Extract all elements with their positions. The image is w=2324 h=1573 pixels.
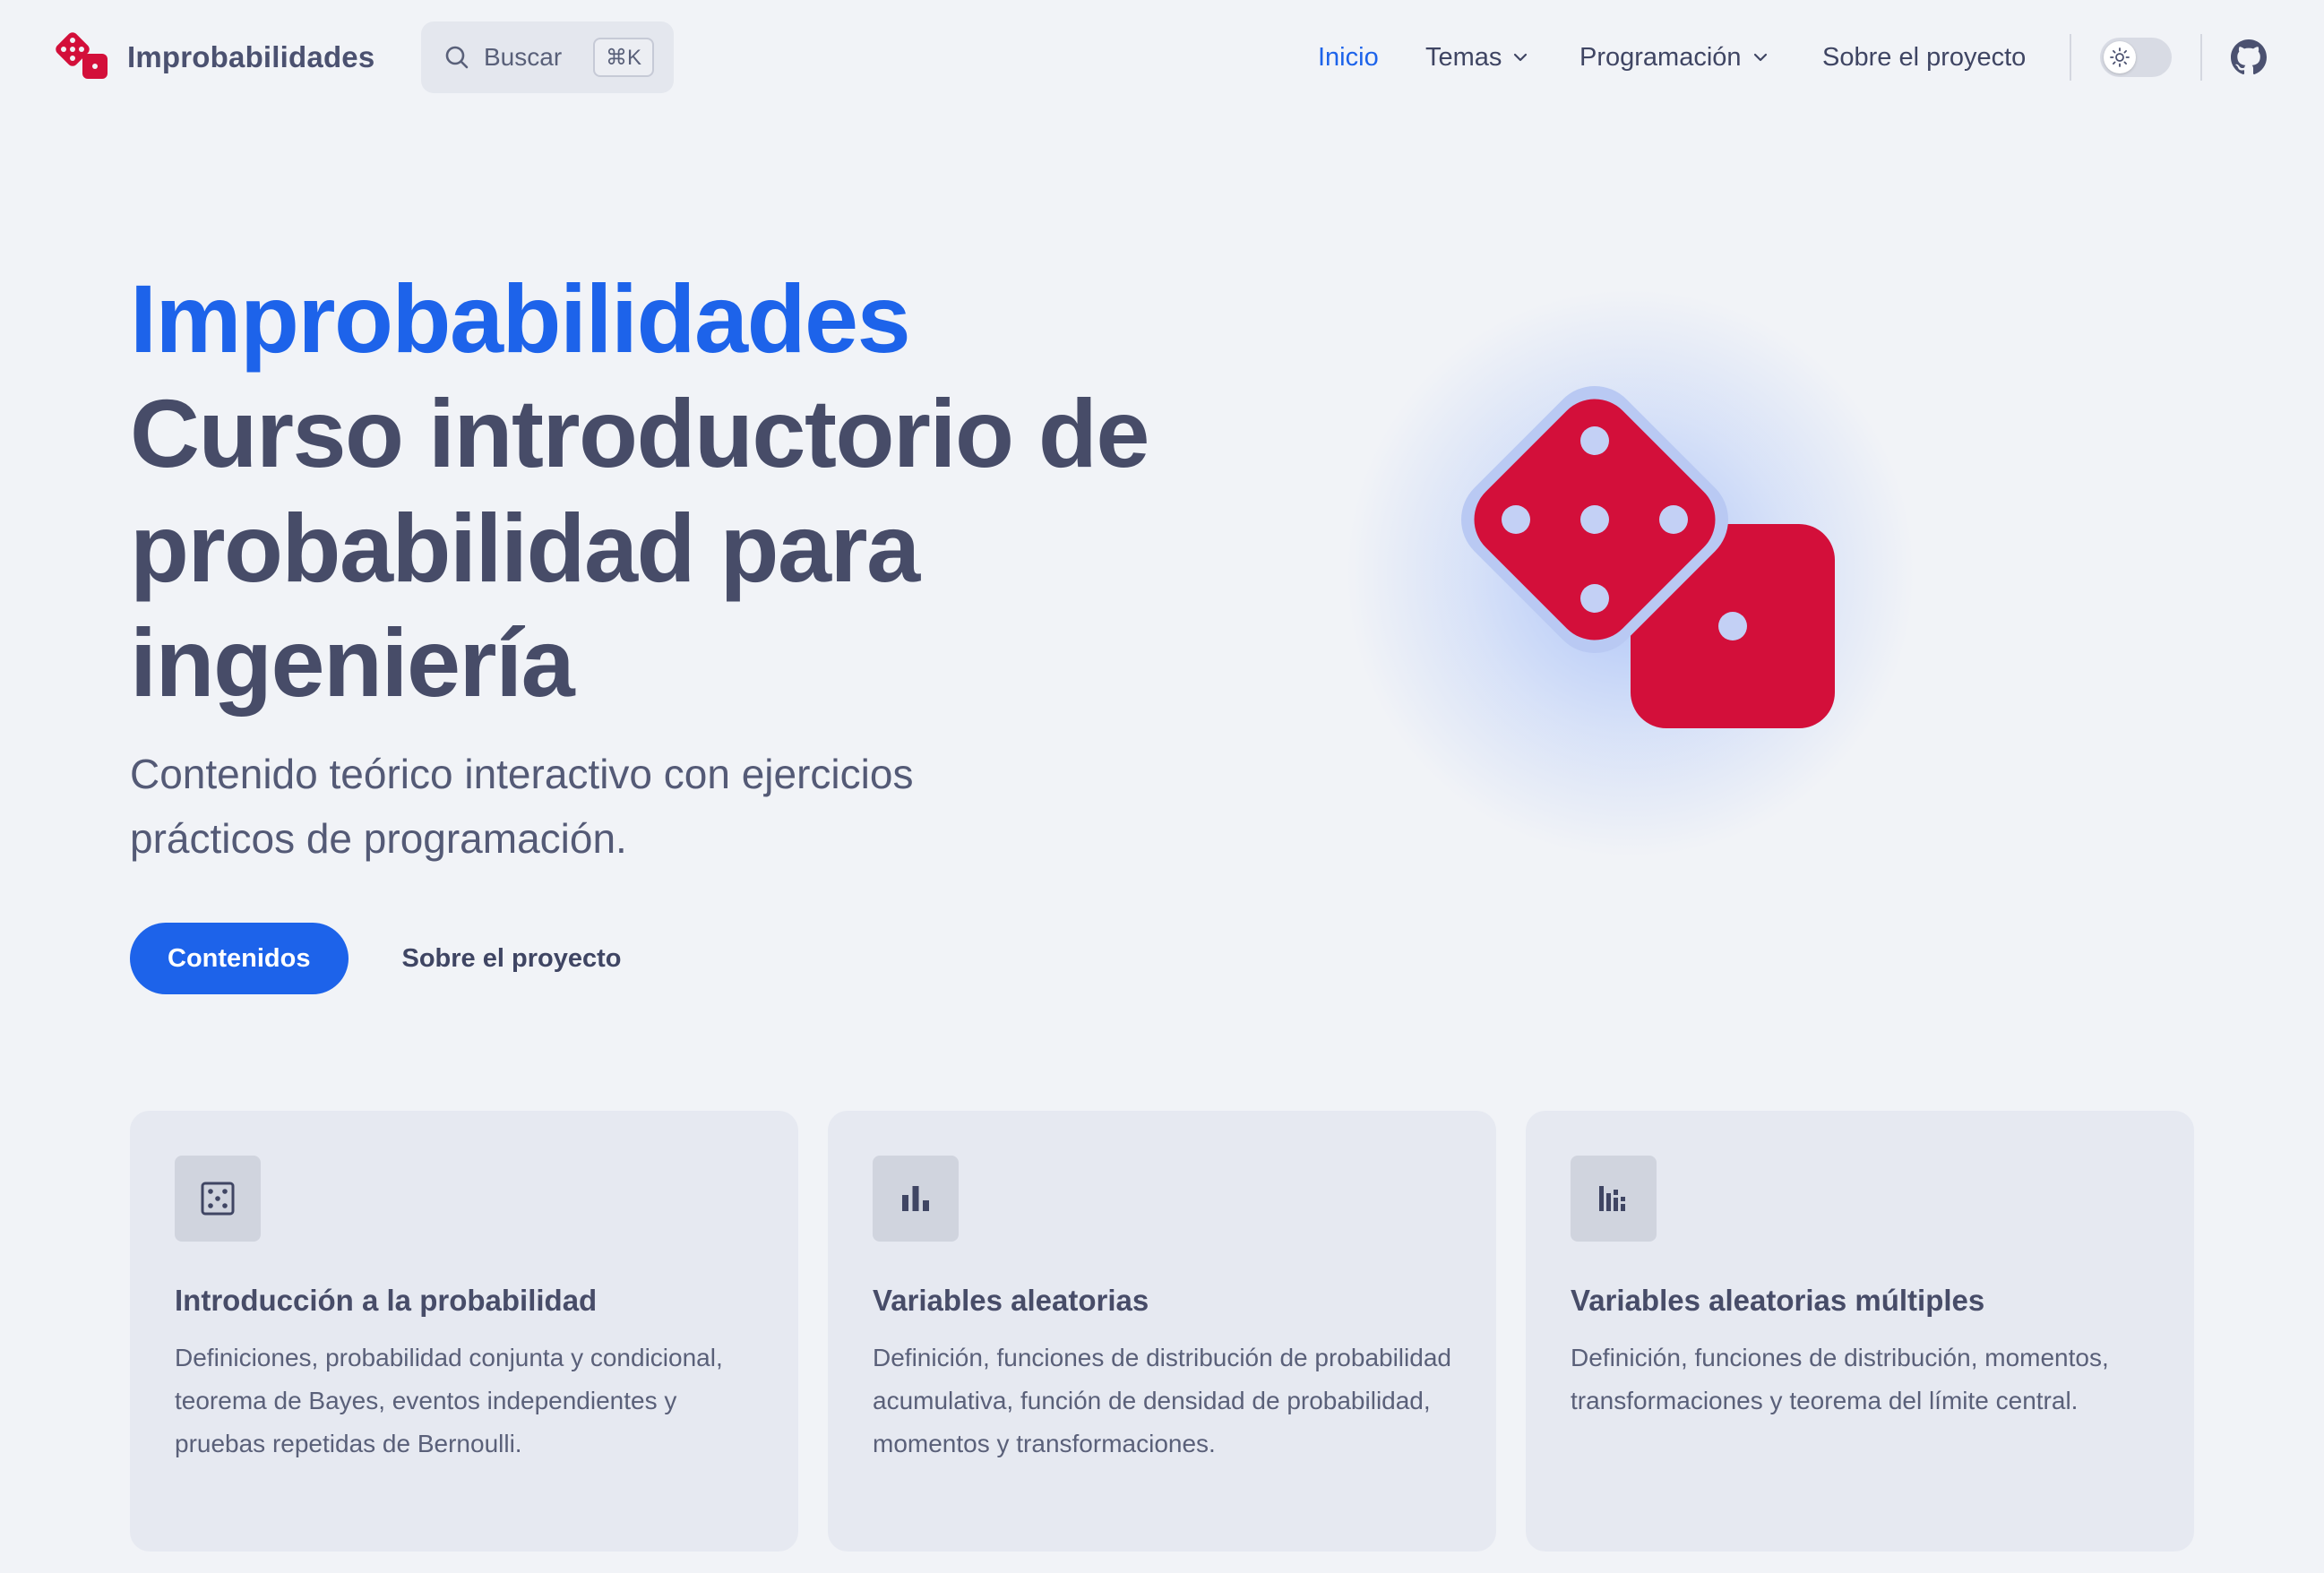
feature-description: Definición, funciones de distribución de… xyxy=(873,1344,1451,1457)
nav-temas-label: Temas xyxy=(1425,42,1502,72)
hero-tagline: Contenido teórico interactivo con ejerci… xyxy=(130,751,914,862)
search-label: Buscar xyxy=(484,43,563,71)
search-icon xyxy=(445,46,469,69)
theme-toggle[interactable] xyxy=(2100,38,2172,77)
die-icon xyxy=(201,1182,235,1216)
feature-title: Variables aleatorias múltiples xyxy=(1571,1284,1985,1317)
sobre-el-proyecto-button[interactable]: Sobre el proyecto xyxy=(375,923,649,994)
feature-card-variables-multiples[interactable]: Variables aleatorias múltiples Definició… xyxy=(1526,1111,2194,1552)
feature-icon-box xyxy=(1571,1156,1657,1242)
nav-inicio[interactable]: Inicio xyxy=(1318,39,1379,75)
features-section: Introducción a la probabilidad Definicio… xyxy=(130,1111,2194,1552)
hero-section: Improbabilidades Curso introductorio de … xyxy=(130,262,1295,871)
nav-programacion-label: Programación xyxy=(1579,42,1742,72)
nav-sobre-el-proyecto[interactable]: Sobre el proyecto xyxy=(1822,39,2026,75)
theme-toggle-knob xyxy=(2104,41,2136,73)
brand-name: Improbabilidades xyxy=(127,40,375,73)
feature-icon-box xyxy=(175,1156,261,1242)
nav-sobre-el-proyecto-label: Sobre el proyecto xyxy=(1822,42,2027,72)
sun-icon xyxy=(2110,47,2130,67)
bar-chart-icon xyxy=(902,1186,929,1211)
brand-link[interactable]: Improbabilidades xyxy=(56,32,374,82)
navbar: Improbabilidades Buscar ⌘K Inicio Temas … xyxy=(0,0,2324,115)
hero-title-accent: Improbabilidades xyxy=(130,264,911,373)
search-button[interactable]: Buscar ⌘K xyxy=(421,21,674,93)
grouped-bar-chart-icon xyxy=(1599,1186,1625,1211)
search-shortcut-badge: ⌘K xyxy=(592,38,654,77)
nav-divider xyxy=(2070,34,2071,81)
hero-title: Curso introductorio de probabilidad para… xyxy=(130,379,1149,717)
nav-programacion-dropdown[interactable]: Programación xyxy=(1579,39,1770,75)
hero-actions: Contenidos Sobre el proyecto xyxy=(130,923,648,994)
nav-divider xyxy=(2200,34,2202,81)
github-link[interactable] xyxy=(2231,39,2267,75)
dice-icon xyxy=(1461,386,1835,728)
github-icon xyxy=(2231,39,2267,75)
feature-card-variables-aleatorias[interactable]: Variables aleatorias Definición, funcion… xyxy=(828,1111,1496,1552)
feature-title: Introducción a la probabilidad xyxy=(175,1284,598,1317)
contenidos-button[interactable]: Contenidos xyxy=(130,923,349,994)
nav-inicio-label: Inicio xyxy=(1318,42,1379,72)
dice-logo-icon xyxy=(56,32,108,79)
chevron-down-icon xyxy=(1514,53,1528,62)
nav-temas-dropdown[interactable]: Temas xyxy=(1425,39,1530,75)
chevron-down-icon xyxy=(1753,53,1767,62)
feature-title: Variables aleatorias xyxy=(873,1284,1149,1317)
feature-icon-box xyxy=(873,1156,959,1242)
feature-description: Definiciones, probabilidad conjunta y co… xyxy=(175,1344,723,1457)
hero-image xyxy=(1344,287,1917,860)
feature-description: Definición, funciones de distribución, m… xyxy=(1571,1344,2109,1414)
feature-card-introduccion[interactable]: Introducción a la probabilidad Definicio… xyxy=(130,1111,798,1552)
